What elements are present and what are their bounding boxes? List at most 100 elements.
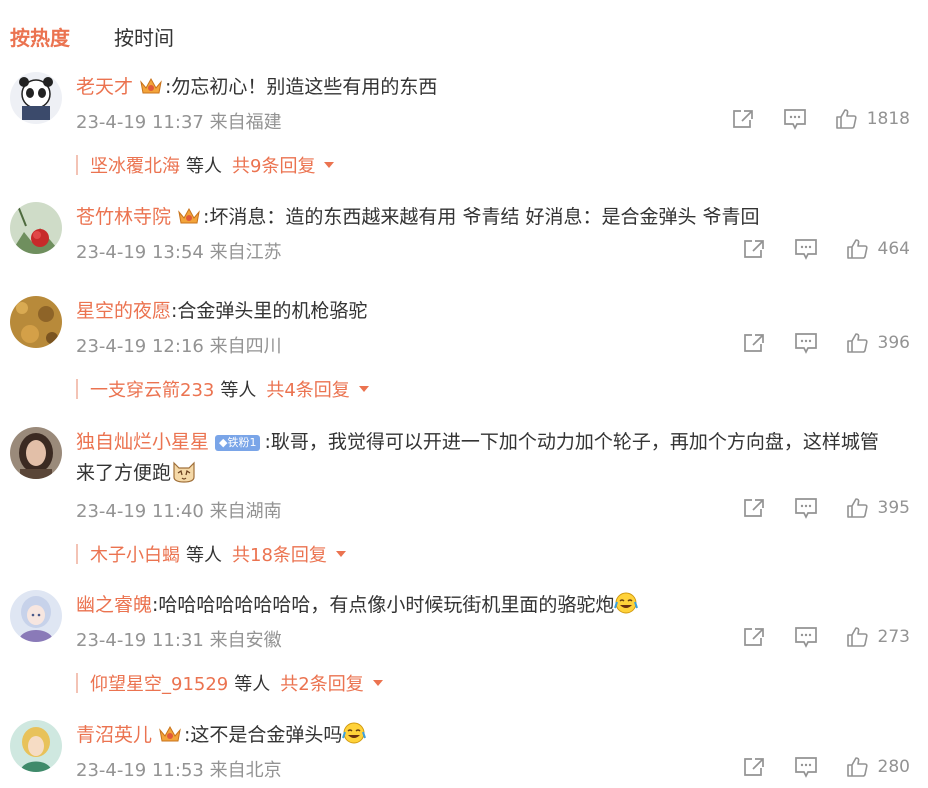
comment-button[interactable] [783,108,807,130]
like-button[interactable]: 273 [846,626,910,648]
crown-badge-icon [139,75,163,106]
comment-username[interactable]: 幽之睿魄 [76,594,152,616]
reply-total-button[interactable]: 共4条回复 [266,376,369,402]
comment-text: :坏消息：造的东西越来越有用 爷青结 好消息：是合金弹头 爷青回 [203,206,760,228]
like-count: 280 [877,757,910,777]
reply-etc-label: 等人 [220,380,257,401]
reply-user-link[interactable]: 一支穿云箭233 [90,376,214,402]
reply-summary: 仰望星空_91529 等人 共2条回复 [76,670,384,696]
comment-icon [794,757,817,778]
avatar[interactable] [10,590,62,642]
avatar[interactable] [10,427,62,479]
reply-user-link[interactable]: 坚冰覆北海 [90,152,180,178]
like-count: 395 [877,498,910,518]
comment-text: :合金弹头里的机枪骆驼 [171,300,368,322]
comment-meta: 23-4-19 11:31 来自安徽 [76,630,282,651]
like-button[interactable]: 464 [846,238,910,260]
comment-button[interactable] [794,332,818,354]
share-button[interactable] [731,108,755,130]
comment-icon [794,239,817,260]
fan-badge-label: 铁粉1 [227,436,257,449]
share-button[interactable] [742,756,766,778]
comment-meta: 23-4-19 13:54 来自江苏 [76,242,282,263]
comment-meta: 23-4-19 12:16 来自四川 [76,336,282,357]
like-button[interactable]: 280 [846,756,910,778]
comment-actions: 273 [742,626,910,648]
sand-texture-avatar-icon [10,296,62,348]
crown-badge-icon [177,205,201,236]
tab-sort-by-hot[interactable]: 按热度 [10,22,70,51]
comment-meta: 23-4-19 11:40 来自湖南 [76,501,282,522]
comment-head: 老天才:勿忘初心！别造这些有用的东西 [76,72,910,106]
avatar[interactable] [10,296,62,348]
thumbs-up-icon [835,109,857,129]
comment-text: :哈哈哈哈哈哈哈哈，有点像小时候玩街机里面的骆驼炮 [152,594,615,616]
reply-total-button[interactable]: 共9条回复 [232,152,335,178]
thumbs-up-icon [846,757,868,777]
share-icon [743,334,764,352]
caret-down-icon [324,162,335,168]
share-icon [743,758,764,776]
comment-button[interactable] [794,626,818,648]
crown-badge-icon [158,723,182,754]
elf-avatar-icon [10,720,62,772]
share-icon [743,499,764,517]
comment-username[interactable]: 老天才 [76,76,133,98]
reply-summary: 坚冰覆北海 等人 共9条回复 [76,152,335,178]
comment-username[interactable]: 星空的夜愿 [76,300,171,322]
anime-avatar-icon [10,590,62,642]
flower-avatar-icon [10,202,62,254]
share-button[interactable] [742,626,766,648]
like-button[interactable]: 396 [846,332,910,354]
reply-divider [76,379,78,399]
reply-total-button[interactable]: 共2条回复 [280,670,383,696]
caret-down-icon [358,386,369,392]
comment-button[interactable] [794,756,818,778]
share-button[interactable] [742,332,766,354]
sort-tabs: 按热度 按时间 [10,20,218,52]
caret-down-icon [372,680,383,686]
comment-username[interactable]: 苍竹林寺院 [76,206,171,228]
share-button[interactable] [742,238,766,260]
comment-head: 幽之睿魄:哈哈哈哈哈哈哈哈，有点像小时候玩街机里面的骆驼炮 [76,590,910,625]
comment-actions: 280 [742,756,910,778]
like-count: 1818 [866,109,910,129]
avatar[interactable] [10,72,62,124]
comment-button[interactable] [794,238,818,260]
like-button[interactable]: 1818 [835,108,910,130]
comment-button[interactable] [794,497,818,519]
reply-total-label: 共4条回复 [266,380,350,401]
reply-etc-label: 等人 [186,156,222,177]
comment-icon [783,109,806,130]
comment-username[interactable]: 青沼英儿 [76,724,152,746]
cat-emoji-icon [171,459,197,493]
reply-total-label: 共18条回复 [232,545,327,566]
comment-head: 苍竹林寺院 :坏消息：造的东西越来越有用 爷青结 好消息：是合金弹头 爷青回 [76,202,910,236]
share-icon [732,110,753,128]
comment-meta: 23-4-19 11:53 来自北京 [76,760,282,781]
reply-total-label: 共9条回复 [232,156,316,177]
laugh-cry-emoji-icon [614,591,639,625]
share-icon [743,240,764,258]
comment-icon [794,498,817,519]
like-count: 396 [877,333,910,353]
thumbs-up-icon [846,239,868,259]
share-button[interactable] [742,497,766,519]
comment-head: 青沼英儿 :这不是合金弹头吗 [76,720,910,755]
avatar[interactable] [10,720,62,772]
comment-username[interactable]: 独自灿烂小星星 [76,431,209,453]
comment-meta: 23-4-19 11:37 来自福建 [76,112,282,133]
avatar[interactable] [10,202,62,254]
share-icon [743,628,764,646]
reply-total-button[interactable]: 共18条回复 [232,541,347,567]
thumbs-up-icon [846,333,868,353]
caret-down-icon [335,551,346,557]
reply-user-link[interactable]: 仰望星空_91529 [90,670,228,696]
laugh-cry-emoji-icon [342,721,367,755]
reply-etc-label: 等人 [186,545,222,566]
like-button[interactable]: 395 [846,497,910,519]
reply-user-link[interactable]: 木子小白蝎 [90,541,180,567]
tab-sort-by-time[interactable]: 按时间 [114,22,174,51]
comment-text: :这不是合金弹头吗 [184,724,343,746]
portrait-avatar-icon [10,427,62,479]
